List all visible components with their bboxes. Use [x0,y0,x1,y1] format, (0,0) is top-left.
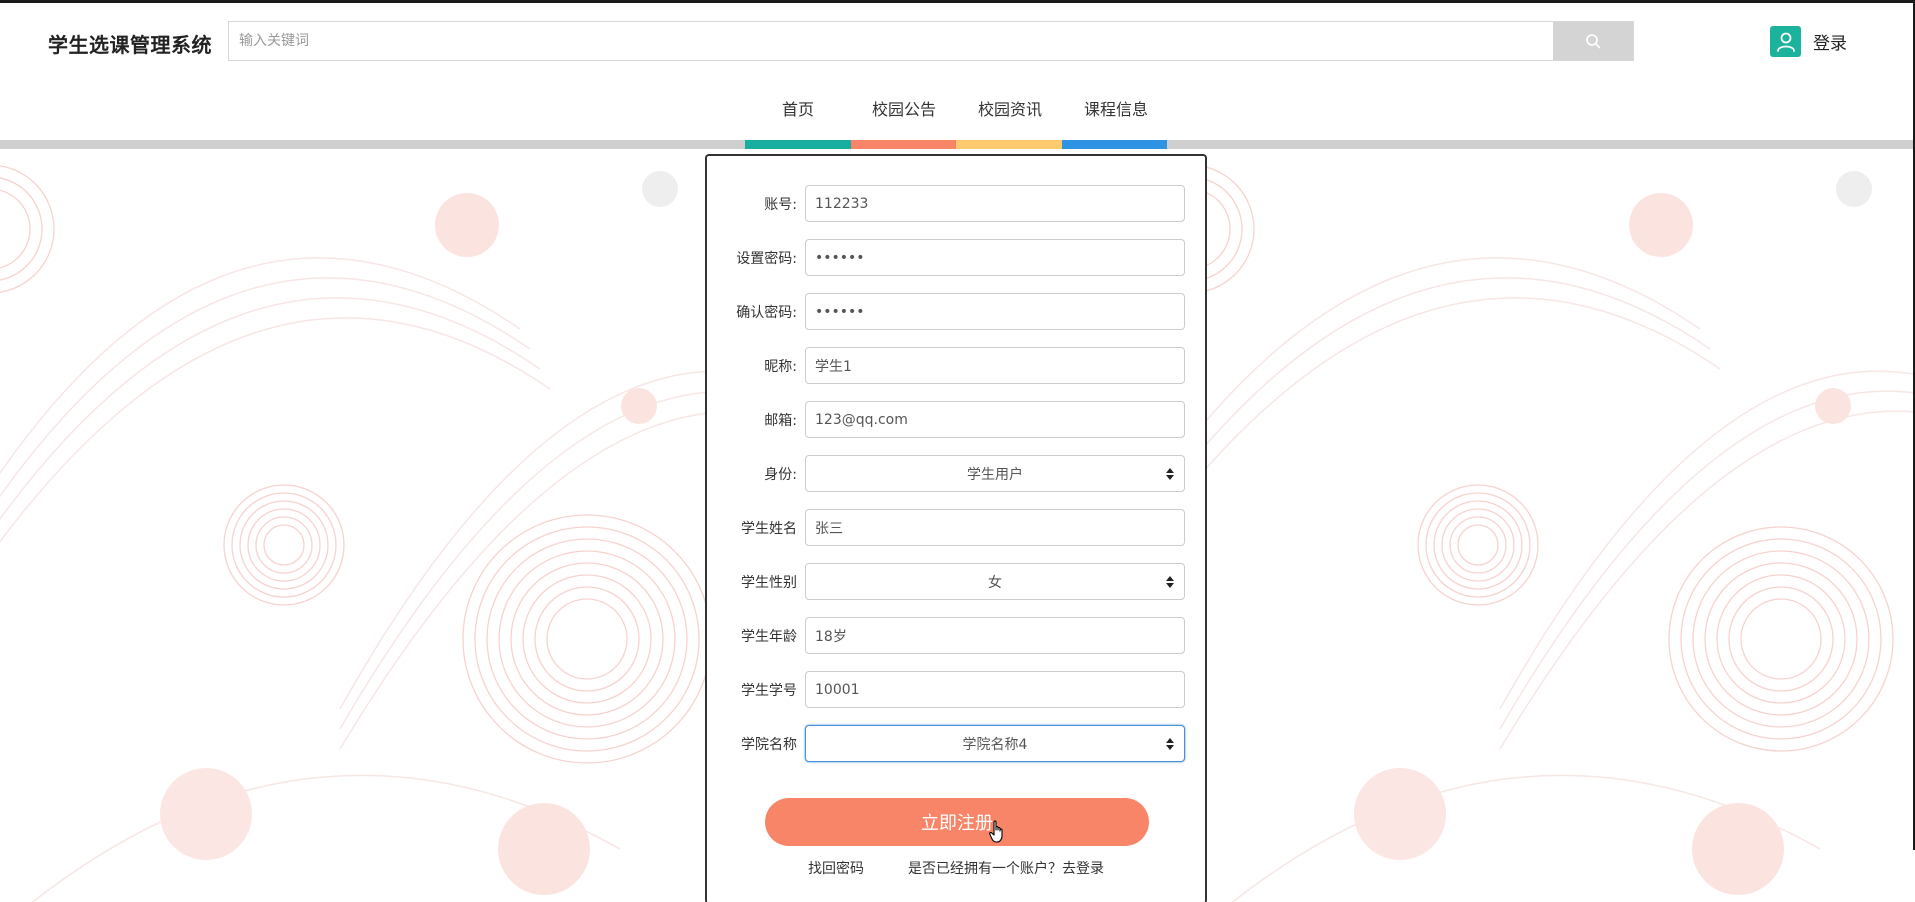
nav-item-news[interactable]: 校园资讯 [957,90,1063,126]
name-label: 学生姓名 [741,520,797,537]
student-no-input[interactable]: 10001 [805,671,1185,708]
college-select[interactable]: 学院名称4 [805,725,1185,762]
college-label: 学院名称 [741,736,797,753]
register-form: 账号: 112233 设置密码: •••••• 确认密码: •••••• 昵称:… [705,154,1207,902]
forgot-password-link[interactable]: 找回密码 [808,858,864,878]
role-select[interactable]: 学生用户 [805,455,1185,492]
college-select-value: 学院名称4 [962,736,1028,753]
student-no-label: 学生学号 [741,682,797,699]
age-row: 学生年龄 18岁 [707,617,1207,654]
role-label: 身份: [764,466,797,483]
search-button[interactable] [1553,22,1633,60]
name-row: 学生姓名 张三 [707,509,1207,546]
confirm-password-label: 确认密码: [736,304,797,321]
college-row: 学院名称 学院名称4 [707,725,1207,762]
email-row: 邮箱: 123@qq.com [707,401,1207,438]
name-input[interactable]: 张三 [805,509,1185,546]
password-label: 设置密码: [736,250,797,267]
account-row: 账号: 112233 [707,185,1207,222]
site-title: 学生选课管理系统 [48,33,212,57]
role-row: 身份: 学生用户 [707,455,1207,492]
password-row: 设置密码: •••••• [707,239,1207,276]
register-submit-button[interactable]: 立即注册 [765,798,1149,846]
nav-item-courses[interactable]: 课程信息 [1063,90,1169,126]
gender-select-value: 女 [988,574,1002,591]
role-select-value: 学生用户 [967,466,1023,483]
confirm-password-row: 确认密码: •••••• [707,293,1207,330]
search-icon [1586,34,1601,49]
login-link[interactable]: 登录 [1770,26,1847,57]
sort-arrows-icon [1166,738,1174,750]
password-input[interactable]: •••••• [805,239,1185,276]
nav-color-announcements [850,140,956,149]
search-bar [228,21,1634,61]
sort-arrows-icon [1166,468,1174,480]
nav-color-home [745,140,851,149]
site-header: 学生选课管理系统 登录 [0,3,1913,75]
hand-cursor-icon [989,820,1003,843]
email-input[interactable]: 123@qq.com [805,401,1185,438]
gender-select[interactable]: 女 [805,563,1185,600]
nav-item-home[interactable]: 首页 [745,90,851,126]
age-input[interactable]: 18岁 [805,617,1185,654]
email-label: 邮箱: [764,412,797,429]
login-label: 登录 [1813,34,1847,54]
nav-color-courses [1061,140,1167,149]
user-icon [1770,26,1801,57]
main-nav: 首页 校园公告 校园资讯 课程信息 [745,90,1169,126]
nickname-input[interactable]: 学生1 [805,347,1185,384]
account-label: 账号: [764,196,797,213]
nickname-label: 昵称: [764,358,797,375]
gender-row: 学生性别 女 [707,563,1207,600]
search-input[interactable] [229,22,1553,60]
student-no-row: 学生学号 10001 [707,671,1207,708]
gender-label: 学生性别 [741,574,797,591]
account-input[interactable]: 112233 [805,185,1185,222]
confirm-password-input[interactable]: •••••• [805,293,1185,330]
nav-color-news [956,140,1062,149]
nav-item-announcements[interactable]: 校园公告 [851,90,957,126]
register-page: 学生选课管理系统 登录 首页 校园公告 校园资讯 课程信息 [0,0,1915,902]
age-label: 学生年龄 [741,628,797,645]
go-login-link[interactable]: 是否已经拥有一个账户？去登录 [908,858,1104,878]
nickname-row: 昵称: 学生1 [707,347,1207,384]
sort-arrows-icon [1166,576,1174,588]
